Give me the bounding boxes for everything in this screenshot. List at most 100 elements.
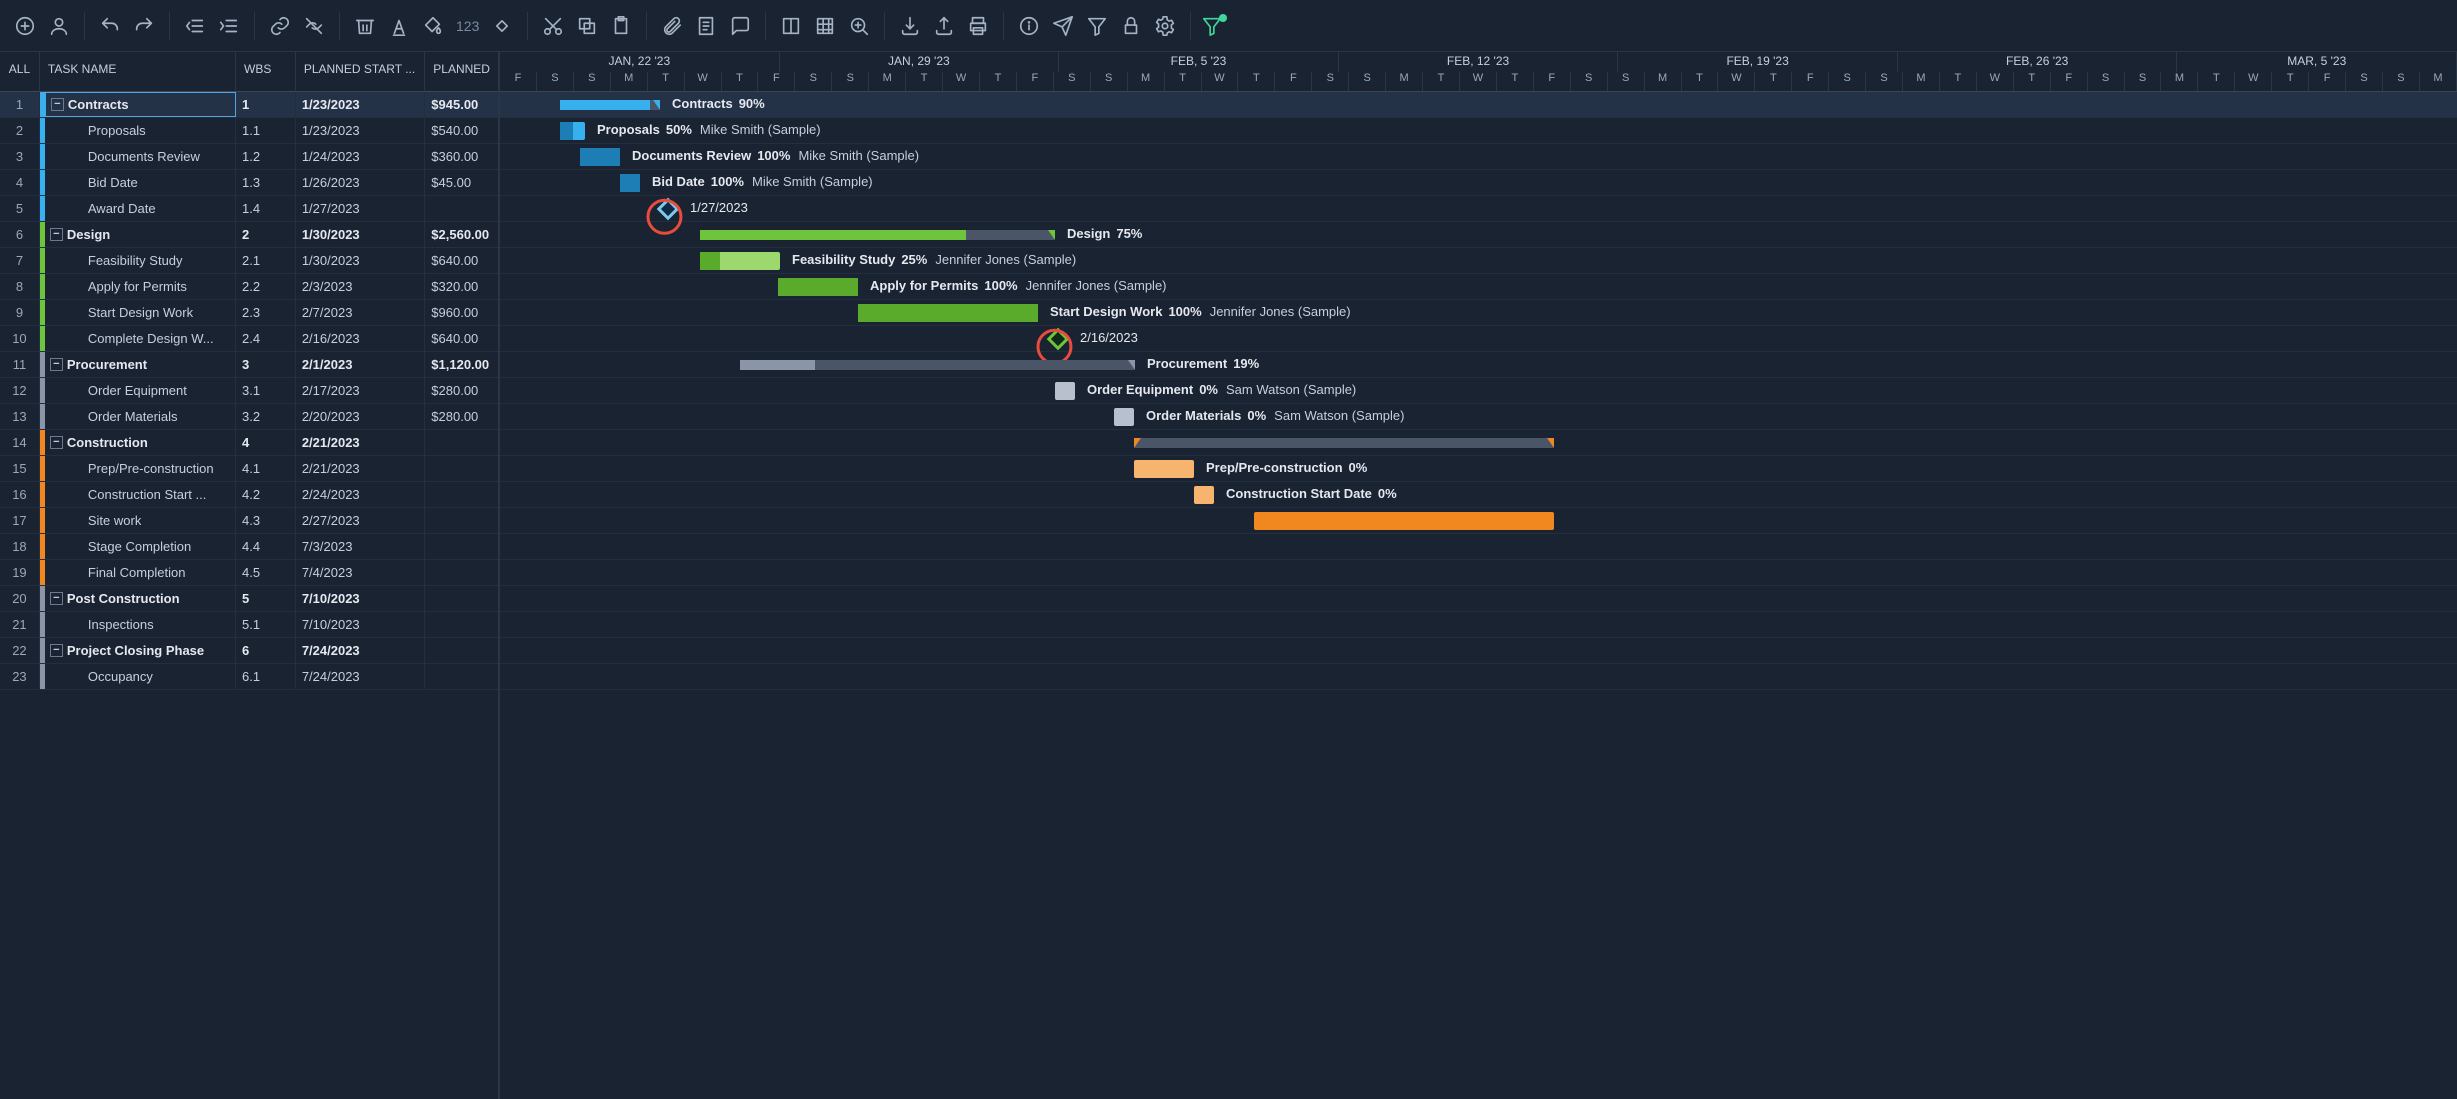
table-row[interactable]: 14−Construction42/21/2023 (0, 430, 498, 456)
gantt-row[interactable]: 1/27/2023 (500, 196, 2457, 222)
paste-button[interactable] (606, 11, 636, 41)
task-name-cell[interactable]: Prep/Pre-construction (40, 456, 236, 481)
table-row[interactable]: 5Award Date1.41/27/2023 (0, 196, 498, 222)
gantt-row[interactable]: Documents Review100%Mike Smith (Sample) (500, 144, 2457, 170)
comment-button[interactable] (725, 11, 755, 41)
table-row[interactable]: 3Documents Review1.21/24/2023$360.00 (0, 144, 498, 170)
task-bar[interactable] (1134, 460, 1194, 478)
gantt-row[interactable]: Design75% (500, 222, 2457, 248)
task-bar[interactable] (1114, 408, 1134, 426)
summary-bar[interactable] (700, 230, 1055, 240)
milestone-icon[interactable] (1047, 328, 1070, 351)
table-row[interactable]: 20−Post Construction57/10/2023 (0, 586, 498, 612)
collapse-icon[interactable]: − (50, 358, 63, 371)
redo-button[interactable] (129, 11, 159, 41)
notes-button[interactable] (691, 11, 721, 41)
task-name-cell[interactable]: Bid Date (40, 170, 236, 195)
task-name-cell[interactable]: −Procurement (40, 352, 236, 377)
undo-button[interactable] (95, 11, 125, 41)
table-row[interactable]: 13Order Materials3.22/20/2023$280.00 (0, 404, 498, 430)
task-name-cell[interactable]: Feasibility Study (40, 248, 236, 273)
table-row[interactable]: 9Start Design Work2.32/7/2023$960.00 (0, 300, 498, 326)
col-header-start[interactable]: PLANNED START ... (296, 52, 425, 91)
print-button[interactable] (963, 11, 993, 41)
task-bar[interactable] (700, 252, 780, 270)
task-bar[interactable] (858, 304, 1038, 322)
columns-button[interactable] (776, 11, 806, 41)
task-name-cell[interactable]: Inspections (40, 612, 236, 637)
gantt-row[interactable]: Feasibility Study25%Jennifer Jones (Samp… (500, 248, 2457, 274)
settings-button[interactable] (1150, 11, 1180, 41)
gantt-row[interactable] (500, 638, 2457, 664)
task-name-cell[interactable]: Proposals (40, 118, 236, 143)
table-row[interactable]: 15Prep/Pre-construction4.12/21/2023 (0, 456, 498, 482)
add-resource-button[interactable] (44, 11, 74, 41)
table-row[interactable]: 21Inspections5.17/10/2023 (0, 612, 498, 638)
task-bar[interactable] (1254, 512, 1554, 530)
summary-bar[interactable] (1134, 438, 1554, 448)
gantt-row[interactable]: Order Equipment0%Sam Watson (Sample) (500, 378, 2457, 404)
gantt-row[interactable]: Apply for Permits100%Jennifer Jones (Sam… (500, 274, 2457, 300)
table-row[interactable]: 2Proposals1.11/23/2023$540.00 (0, 118, 498, 144)
task-name-cell[interactable]: Stage Completion (40, 534, 236, 559)
task-name-cell[interactable]: Documents Review (40, 144, 236, 169)
delete-button[interactable] (350, 11, 380, 41)
task-name-cell[interactable]: Start Design Work (40, 300, 236, 325)
task-name-cell[interactable]: −Construction (40, 430, 236, 455)
collapse-icon[interactable]: − (50, 228, 63, 241)
link-button[interactable] (265, 11, 295, 41)
gantt-row[interactable] (500, 664, 2457, 690)
gantt-row[interactable]: Contracts90% (500, 92, 2457, 118)
send-button[interactable] (1048, 11, 1078, 41)
task-name-cell[interactable]: Order Materials (40, 404, 236, 429)
add-task-button[interactable] (10, 11, 40, 41)
collapse-icon[interactable]: − (51, 98, 64, 111)
task-name-cell[interactable]: Occupancy (40, 664, 236, 689)
table-row[interactable]: 23Occupancy6.17/24/2023 (0, 664, 498, 690)
col-header-all[interactable]: ALL (0, 52, 40, 91)
table-row[interactable]: 6−Design21/30/2023$2,560.00 (0, 222, 498, 248)
active-filter-button[interactable] (1201, 11, 1231, 41)
gantt-row[interactable] (500, 508, 2457, 534)
info-button[interactable] (1014, 11, 1044, 41)
gantt-row[interactable]: 2/16/2023 (500, 326, 2457, 352)
task-bar[interactable] (778, 278, 858, 296)
table-row[interactable]: 1−Contracts11/23/2023$945.00 (0, 92, 498, 118)
gantt-row[interactable] (500, 612, 2457, 638)
filter-button[interactable] (1082, 11, 1112, 41)
table-row[interactable]: 10Complete Design W...2.42/16/2023$640.0… (0, 326, 498, 352)
textcolor-button[interactable] (384, 11, 414, 41)
copy-button[interactable] (572, 11, 602, 41)
col-header-cost[interactable]: PLANNED (425, 52, 498, 91)
milestone-icon[interactable] (657, 198, 680, 221)
gantt-row[interactable]: Start Design Work100%Jennifer Jones (Sam… (500, 300, 2457, 326)
task-bar[interactable] (580, 148, 620, 166)
task-name-cell[interactable]: Apply for Permits (40, 274, 236, 299)
table-row[interactable]: 7Feasibility Study2.11/30/2023$640.00 (0, 248, 498, 274)
task-name-cell[interactable]: −Design (40, 222, 236, 247)
gantt-row[interactable]: Bid Date100%Mike Smith (Sample) (500, 170, 2457, 196)
export-button[interactable] (929, 11, 959, 41)
task-name-cell[interactable]: Award Date (40, 196, 236, 221)
collapse-icon[interactable]: − (50, 592, 63, 605)
table-row[interactable]: 18Stage Completion4.47/3/2023 (0, 534, 498, 560)
task-name-cell[interactable]: Final Completion (40, 560, 236, 585)
table-row[interactable]: 11−Procurement32/1/2023$1,120.00 (0, 352, 498, 378)
table-row[interactable]: 4Bid Date1.31/26/2023$45.00 (0, 170, 498, 196)
summary-bar[interactable] (560, 100, 660, 110)
gantt-row[interactable] (500, 430, 2457, 456)
gantt-row[interactable] (500, 534, 2457, 560)
lock-button[interactable] (1116, 11, 1146, 41)
fillcolor-button[interactable] (418, 11, 448, 41)
collapse-icon[interactable]: − (50, 436, 63, 449)
task-name-cell[interactable]: −Contracts (40, 92, 236, 117)
attachment-button[interactable] (657, 11, 687, 41)
gantt-row[interactable]: Prep/Pre-construction0% (500, 456, 2457, 482)
gantt-row[interactable]: Procurement19% (500, 352, 2457, 378)
unlink-button[interactable] (299, 11, 329, 41)
table-row[interactable]: 16Construction Start ...4.22/24/2023 (0, 482, 498, 508)
cut-button[interactable] (538, 11, 568, 41)
collapse-icon[interactable]: − (50, 644, 63, 657)
task-bar[interactable] (620, 174, 640, 192)
table-row[interactable]: 12Order Equipment3.12/17/2023$280.00 (0, 378, 498, 404)
